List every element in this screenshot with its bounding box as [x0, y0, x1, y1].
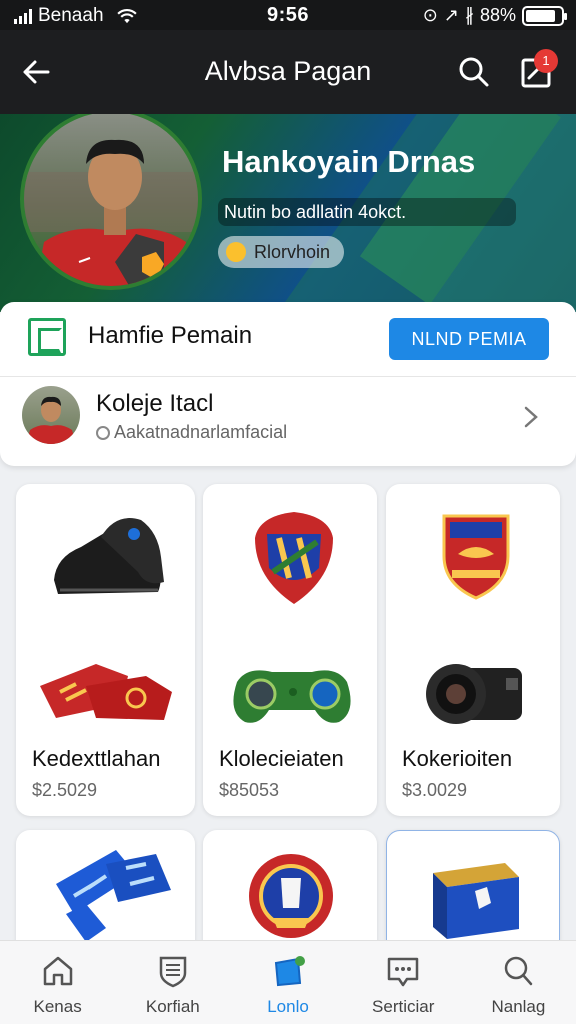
nav-tab-label: Serticiar — [372, 997, 435, 1016]
nav-tab-label: Lonlo — [267, 997, 309, 1016]
gloves-icon — [40, 664, 172, 720]
collection-icon — [274, 956, 305, 987]
chevron-right-icon — [524, 406, 538, 428]
nav-tab-label: Korfiah — [145, 997, 200, 1016]
item-price: $85053 — [219, 780, 280, 800]
item-label: Kedexttlahan — [32, 746, 161, 771]
divider — [0, 376, 576, 377]
player-photo — [20, 114, 202, 290]
profile-hero: Hankoyain Drnas Nutin bo adllatin 4okct.… — [0, 114, 576, 312]
profile-card: Hamfie Pemain NLND PEMIA Koleje Itacl Aa… — [0, 302, 576, 466]
bluetooth-icon: ∦ — [464, 5, 474, 25]
nav-tab-chat[interactable]: Serticiar — [346, 941, 461, 1024]
nav-tab-search[interactable]: Nanlag — [461, 941, 576, 1024]
nav-tab-home[interactable]: Kenas — [0, 941, 115, 1024]
game-controller-icon — [233, 670, 351, 723]
battery-fill — [526, 9, 556, 22]
shield-icon — [159, 956, 187, 988]
avatar — [22, 386, 80, 444]
item-label: Kokerioiten — [402, 746, 513, 771]
status-right: ⊙ ↗ ∦ 88% — [422, 5, 567, 26]
notification-badge: 1 — [534, 49, 558, 73]
home-icon — [43, 956, 72, 986]
row-subtitle-text: Aakatnadnarlamfacial — [114, 422, 288, 442]
bottom-nav: Kenas Korfiah Lonlo Serticiar Nanlag — [0, 940, 576, 1024]
row-subtitle: Aakatnadnarlamfacial — [96, 422, 287, 443]
item-card[interactable]: Kokerioiten $3.0029 — [386, 484, 560, 816]
item-card[interactable]: Kedexttlahan $2.5029 — [16, 484, 195, 816]
status-bar: Benaah 9:56 ⊙ ↗ ∦ 88% — [0, 0, 576, 30]
brand-logo-icon — [28, 318, 66, 356]
status-chip[interactable]: Rlorvhoin — [218, 236, 345, 268]
alarm-icon: ⊙ — [422, 5, 438, 25]
item-card[interactable]: Klolecieiaten $85053 — [203, 484, 377, 816]
battery-icon — [522, 5, 567, 26]
item-price: $2.5029 — [32, 780, 98, 800]
app-bar: Alvbsa Pagan 1 — [0, 30, 576, 114]
gift-box-icon — [433, 863, 519, 939]
nav-tab-collection[interactable]: Lonlo — [230, 941, 345, 1024]
primary-action-button[interactable]: NLND PEMIA — [389, 318, 549, 360]
player-name: Hankoyain Drnas — [222, 144, 476, 179]
card-title: Hamfie Pemain — [88, 322, 253, 349]
search-icon — [505, 956, 533, 986]
club-badge-icon — [255, 512, 333, 604]
row-name: Koleje Itacl — [96, 390, 214, 417]
search-icon[interactable] — [456, 54, 492, 90]
location-icon: ↗ — [443, 5, 459, 25]
emblem-icon — [249, 854, 333, 938]
nav-tab-shield[interactable]: Korfiah — [115, 941, 230, 1024]
football-boots-icon — [54, 518, 164, 594]
crest-badge-icon — [442, 514, 510, 600]
smile-icon — [226, 242, 246, 262]
nav-tab-label: Kenas — [33, 997, 82, 1016]
camera-lens-icon — [426, 664, 522, 724]
player-subtitle: Nutin bo adllatin 4okct. — [218, 198, 516, 226]
scarf-icon — [56, 850, 171, 942]
status-chip-label: Rlorvhoin — [254, 241, 331, 262]
chat-icon — [387, 957, 419, 987]
item-price: $3.0029 — [402, 780, 468, 800]
nav-tab-label: Nanlag — [491, 997, 546, 1016]
location-pin-icon — [96, 425, 110, 440]
item-label: Klolecieiaten — [219, 746, 344, 771]
battery-percent: 88% — [479, 5, 516, 25]
